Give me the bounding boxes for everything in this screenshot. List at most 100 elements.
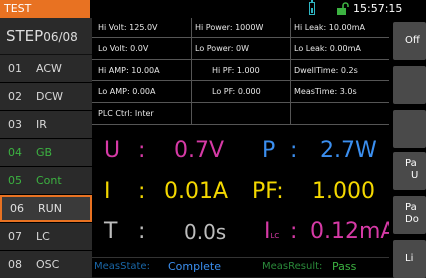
step-item-label: GB (36, 146, 53, 159)
lo-leak-value: 0.00mA (329, 44, 361, 53)
t-colon: : (138, 219, 146, 244)
hi-amp-param[interactable]: Hi AMP: 10.00A (98, 63, 160, 78)
pf-value: 1.000 (312, 179, 375, 204)
u-colon: : (138, 138, 146, 163)
lc-value: 0.12mA (310, 219, 396, 244)
step-item-label: RUN (38, 202, 62, 215)
step-item-label: LC (36, 230, 50, 243)
lo-volt-param[interactable]: Lo Volt: 0.0V (98, 41, 148, 56)
hi-pf-param[interactable]: Hi PF: 1.000 (212, 63, 260, 78)
lo-leak-label: Lo Leak: (294, 44, 328, 53)
plc-ctrl-param[interactable]: PLC Ctrl: Inter (98, 106, 154, 121)
u-value: 0.7V (174, 138, 225, 163)
step-value: 06/08 (43, 30, 78, 44)
hi-volt-value: 125.0V (129, 23, 158, 32)
step-item-label: OSC (36, 258, 60, 271)
lo-volt-value: 0.0V (130, 44, 149, 53)
step-item-label: ACW (36, 62, 62, 75)
pf-label: PF: (252, 179, 284, 204)
soft-key-off[interactable]: Off (393, 22, 426, 60)
hi-leak-value: 10.00mA (328, 23, 365, 32)
lc-subscript: LC (270, 232, 280, 240)
step-item-acw[interactable]: 01 ACW (0, 55, 92, 82)
soft-key-label: Off (405, 35, 420, 46)
hi-pf-value: 1.000 (236, 66, 260, 75)
status-bar: MeasState: Complete MeasResult: Pass (92, 257, 389, 278)
lo-leak-param[interactable]: Lo Leak: 0.00mA (294, 41, 361, 56)
lo-amp-label: Lo AMP: (98, 87, 130, 96)
plc-ctrl-label: PLC Ctrl: (98, 109, 133, 118)
screen-title: TEST (0, 0, 90, 18)
meas-result-label: MeasResult: (262, 261, 323, 272)
dwell-time-label: DwellTime: (294, 66, 339, 75)
t-label: T (104, 219, 118, 244)
p-label: P (262, 138, 276, 163)
hi-power-param[interactable]: Hi Power: 1000W (195, 20, 263, 35)
hi-volt-param[interactable]: Hi Volt: 125.0V (98, 20, 158, 35)
meas-time-value: 3.0s (339, 87, 357, 96)
meas-state-value: Complete (168, 260, 222, 273)
hi-leak-param[interactable]: Hi Leak: 10.00mA (294, 20, 365, 35)
lo-pf-label: Lo PF: (212, 87, 236, 96)
p-value: 2.7W (320, 138, 377, 163)
lc-colon: : (290, 219, 298, 244)
step-item-number: 07 (8, 230, 22, 243)
soft-key-label: Pa (405, 158, 417, 169)
soft-key-label: Li (405, 253, 414, 264)
step-item-dcw[interactable]: 02 DCW (0, 83, 92, 110)
lo-amp-param[interactable]: Lo AMP: 0.00A (98, 84, 156, 99)
clock: 15:57:15 (353, 2, 403, 15)
step-item-cont[interactable]: 05 Cont (0, 167, 92, 194)
step-item-number: 06 (10, 202, 24, 215)
soft-key-2[interactable] (393, 66, 426, 104)
lo-amp-value: 0.00A (132, 87, 156, 96)
hi-amp-label: Hi AMP: (98, 66, 129, 75)
lo-pf-value: 0.000 (237, 87, 261, 96)
soft-key-list[interactable]: Li (393, 240, 426, 278)
hi-pf-label: Hi PF: (212, 66, 235, 75)
dwell-time-param[interactable]: DwellTime: 0.2s (294, 63, 358, 78)
step-item-ir[interactable]: 03 IR (0, 111, 92, 138)
hi-power-label: Hi Power: (195, 23, 233, 32)
meas-state-label: MeasState: (94, 261, 150, 272)
top-bar: TEST 15:57:15 (0, 0, 426, 18)
soft-key-bar: Off Pa U Pa Do Li (389, 18, 426, 278)
i-colon: : (138, 179, 146, 204)
lo-power-value: 0W (236, 44, 250, 53)
lo-pf-param[interactable]: Lo PF: 0.000 (212, 84, 261, 99)
step-item-run[interactable]: 06 RUN (0, 195, 92, 222)
step-item-number: 02 (8, 90, 22, 103)
step-item-number: 01 (8, 62, 22, 75)
soft-key-label: Pa (405, 202, 417, 213)
meas-time-param[interactable]: MeasTime: 3.0s (294, 84, 357, 99)
i-label: I (104, 179, 111, 204)
lo-power-param[interactable]: Lo Power: 0W (195, 41, 249, 56)
step-sidebar: STEP06/08 01 ACW 02 DCW 03 IR 04 GB 05 Cont 0… (0, 18, 92, 278)
step-item-label: Cont (36, 174, 62, 187)
plc-ctrl-value: Inter (134, 109, 154, 118)
soft-key-label-2: Do (405, 214, 419, 225)
step-item-number: 08 (8, 258, 22, 271)
step-item-label: IR (36, 118, 47, 131)
t-value: 0.0s (184, 220, 227, 244)
step-label: STEP (6, 27, 44, 45)
battery-icon (309, 0, 315, 15)
hi-leak-label: Hi Leak: (294, 23, 327, 32)
hi-volt-label: Hi Volt: (98, 23, 127, 32)
lo-volt-label: Lo Volt: (98, 44, 128, 53)
hi-power-value: 1000W (235, 23, 264, 32)
step-item-number: 03 (8, 118, 22, 131)
soft-key-label-2: U (411, 170, 419, 181)
soft-key-param-up[interactable]: Pa U (393, 152, 426, 190)
soft-key-param-down[interactable]: Pa Do (393, 196, 426, 234)
lo-power-label: Lo Power: (195, 44, 234, 53)
step-item-number: 04 (8, 146, 22, 159)
step-item-osc[interactable]: 08 OSC (0, 251, 92, 278)
step-item-gb[interactable]: 04 GB (0, 139, 92, 166)
p-colon: : (290, 138, 298, 163)
meas-result-value: Pass (332, 260, 357, 273)
parameter-grid: Hi Volt: 125.0V Hi Power: 1000W Hi Leak:… (92, 18, 389, 129)
soft-key-3[interactable] (393, 110, 426, 148)
step-item-lc[interactable]: 07 LC (0, 223, 92, 250)
step-item-number: 05 (8, 174, 22, 187)
